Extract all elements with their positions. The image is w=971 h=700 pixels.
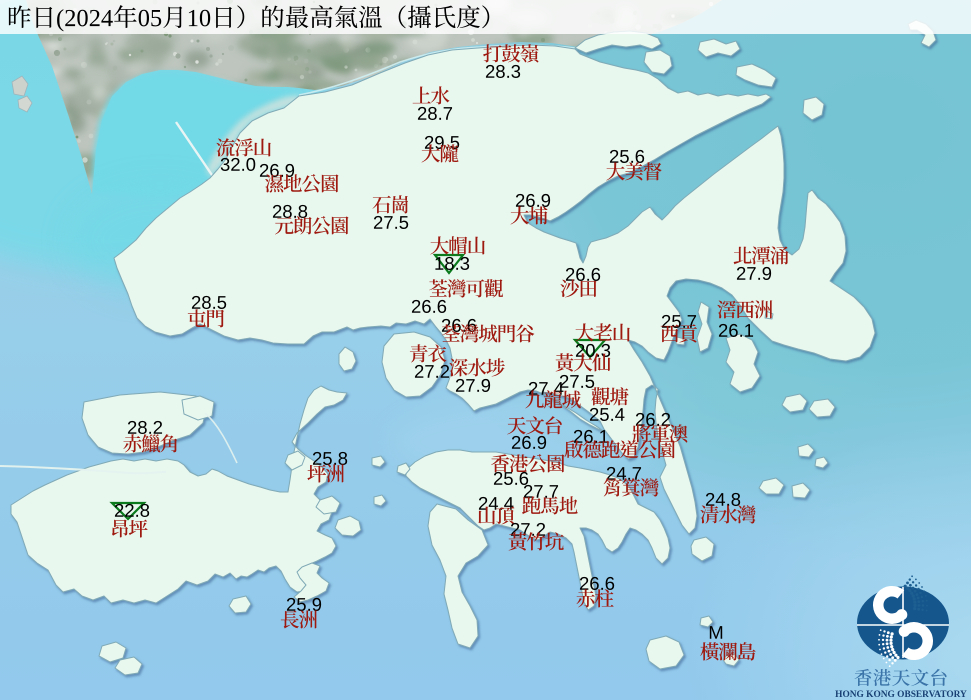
svg-text:HONG KONG OBSERVATORY: HONG KONG OBSERVATORY xyxy=(835,690,967,700)
